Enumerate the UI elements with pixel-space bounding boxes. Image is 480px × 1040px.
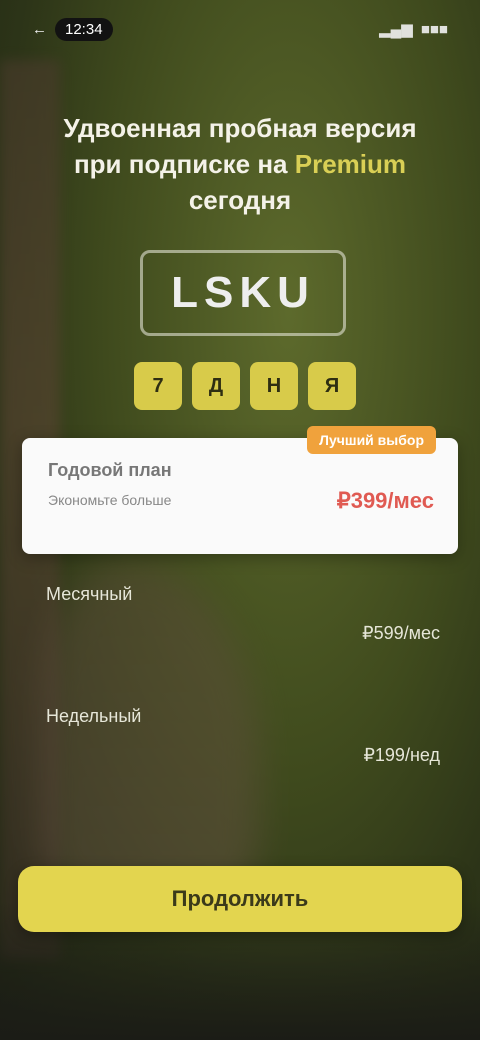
badge-3: Н — [250, 362, 298, 410]
app-logo: LSKU — [140, 250, 346, 336]
status-bar: ← 12:34 ▂▄▆ ■■■ — [32, 14, 448, 44]
headline-line-2-text: при подписке на — [73, 149, 288, 179]
signal-icon: ▂▄▆ — [379, 21, 413, 38]
option-price: ₽599/мес — [362, 623, 440, 643]
option-price: ₽199/нед — [363, 745, 440, 765]
plan-subtitle: Экономьте больше — [48, 492, 172, 508]
plan-price: ₽399/мес — [336, 488, 434, 513]
plan-name: Годовой план — [48, 460, 172, 480]
badge-2: Д — [192, 362, 240, 410]
plan-option-monthly[interactable]: Месячный ₽599/мес — [46, 584, 440, 644]
headline-line-1: Удвоенная пробная версия — [63, 113, 417, 143]
status-left: ← 12:34 — [32, 17, 113, 41]
badge-4: Я — [308, 362, 356, 410]
logo-text: LSKU — [171, 268, 315, 317]
battery-icon: ■■■ — [420, 20, 448, 38]
headline-accent: Premium — [294, 149, 407, 179]
page-title: Удвоенная пробная версия при подписке на… — [30, 110, 450, 218]
status-right: ▂▄▆ ■■■ — [379, 20, 448, 39]
plan-option-weekly[interactable]: Недельный ₽199/нед — [46, 706, 440, 766]
headline-line-2: при подписке на Premium — [30, 146, 450, 182]
plan-card-annual[interactable]: Лучший выбор Годовой план Экономьте боль… — [22, 426, 458, 554]
best-choice-badge: Лучший выбор — [307, 426, 436, 454]
option-label: Месячный — [46, 584, 133, 604]
headline-line-3: сегодня — [188, 185, 292, 215]
option-label: Недельный — [46, 706, 142, 726]
continue-button[interactable]: Продолжить — [18, 866, 462, 932]
status-time: 12:34 — [55, 17, 113, 41]
feature-badges: 7 Д Н Я — [134, 362, 356, 410]
back-arrow-icon[interactable]: ← — [32, 21, 47, 38]
badge-1: 7 — [134, 362, 182, 410]
